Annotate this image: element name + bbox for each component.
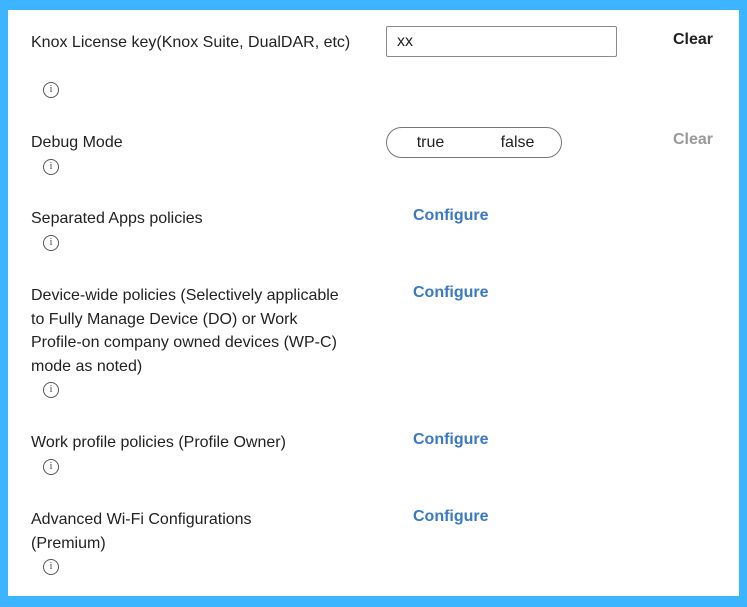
- work-profile-policies-label: Work profile policies (Profile Owner): [31, 434, 286, 451]
- device-wide-configure-link[interactable]: Configure: [413, 284, 489, 302]
- separated-apps-label: Separated Apps policies: [31, 210, 203, 227]
- advanced-wifi-label: Advanced Wi-Fi Configurations (Premium): [31, 511, 252, 552]
- knox-license-clear-button[interactable]: Clear: [673, 31, 713, 49]
- advanced-wifi-configure-link[interactable]: Configure: [413, 508, 489, 526]
- info-icon[interactable]: i: [43, 235, 59, 251]
- info-icon[interactable]: i: [43, 82, 59, 98]
- info-icon[interactable]: i: [43, 382, 59, 398]
- debug-mode-label: Debug Mode: [31, 134, 123, 151]
- settings-panel: Knox License key(Knox Suite, DualDAR, et…: [8, 10, 739, 596]
- separated-apps-configure-link[interactable]: Configure: [413, 207, 489, 225]
- debug-mode-toggle[interactable]: true false: [386, 127, 562, 158]
- debug-mode-false-option[interactable]: false: [474, 128, 561, 157]
- debug-mode-clear-button[interactable]: Clear: [673, 131, 713, 149]
- info-icon[interactable]: i: [43, 559, 59, 575]
- info-icon[interactable]: i: [43, 459, 59, 475]
- device-wide-policies-label: Device-wide policies (Selectively applic…: [31, 287, 339, 375]
- work-profile-configure-link[interactable]: Configure: [413, 431, 489, 449]
- info-icon[interactable]: i: [43, 159, 59, 175]
- debug-mode-true-option[interactable]: true: [387, 128, 474, 157]
- knox-license-key-label: Knox License key(Knox Suite, DualDAR, et…: [31, 34, 351, 51]
- knox-license-key-input[interactable]: xx: [386, 26, 617, 57]
